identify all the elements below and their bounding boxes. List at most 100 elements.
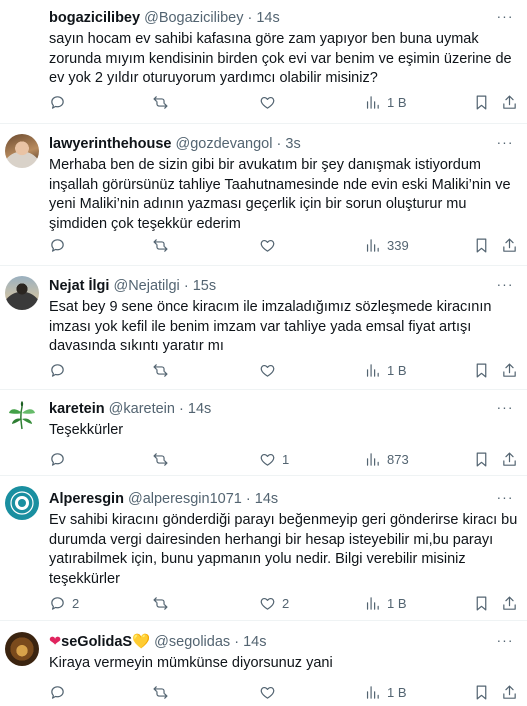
timestamp[interactable]: 14s	[255, 491, 278, 507]
reply-count: 2	[72, 595, 80, 611]
share-button[interactable]	[501, 360, 518, 380]
bookmark-icon	[476, 363, 487, 377]
retweet-button[interactable]	[152, 235, 175, 255]
display-name[interactable]: lawyerinthehouse	[49, 136, 171, 152]
avatar[interactable]	[5, 486, 39, 520]
views-icon	[366, 95, 379, 109]
tweet-text: Kiraya vermeyin mümkünse diyorsunuz yani	[49, 655, 333, 671]
reply-button[interactable]	[49, 449, 72, 469]
views-icon	[366, 238, 379, 252]
views-icon	[366, 596, 379, 610]
separator-dot: ·	[245, 491, 251, 507]
bookmark-icon	[476, 452, 487, 466]
like-button[interactable]	[259, 92, 282, 112]
share-button[interactable]	[501, 235, 518, 255]
more-options-icon[interactable]: ···	[495, 277, 515, 297]
retweet-button[interactable]	[152, 449, 175, 469]
bookmark-button[interactable]	[473, 593, 490, 613]
reply-button[interactable]	[49, 92, 72, 112]
share-icon	[503, 685, 516, 699]
display-name[interactable]: karetein	[49, 401, 105, 417]
tweet[interactable]: karetein @karetein · 14s ··· Teşekkürler…	[0, 390, 527, 476]
tweet[interactable]: lawyerinthehouse @gozdevangol · 3s ··· M…	[0, 124, 527, 266]
retweet-icon	[153, 596, 168, 610]
user-handle[interactable]: @alperesgin1071	[128, 491, 242, 507]
bookmark-button[interactable]	[473, 449, 490, 469]
bookmark-button[interactable]	[473, 92, 490, 112]
leaf-icon	[9, 401, 35, 430]
tweet[interactable]: Alperesgin @alperesgin1071 · 14s ··· Ev …	[0, 476, 527, 621]
display-name[interactable]: bogazicilibey	[49, 10, 140, 26]
display-name[interactable]: Nejat İlgi	[49, 278, 109, 294]
retweet-button[interactable]	[152, 682, 175, 702]
like-icon	[260, 686, 275, 699]
retweet-button[interactable]	[152, 593, 175, 613]
share-button[interactable]	[501, 92, 518, 112]
tweet-text: Esat bey 9 sene önce kiracım ile imzalad…	[49, 299, 492, 354]
avatar[interactable]	[5, 134, 39, 168]
views-button[interactable]: 339	[364, 235, 409, 255]
separator-dot: ·	[247, 10, 253, 26]
timestamp[interactable]: 14s	[243, 634, 266, 650]
tweet[interactable]: bogazicilibey @Bogazicilibey · 14s ··· s…	[0, 0, 527, 124]
action-bar: 1 873	[49, 449, 519, 469]
timestamp[interactable]: 3s	[285, 136, 300, 152]
more-options-icon[interactable]: ···	[495, 135, 515, 155]
more-options-icon[interactable]: ···	[495, 400, 515, 420]
avatar[interactable]	[5, 8, 39, 42]
user-handle[interactable]: @gozdevangol	[176, 136, 273, 152]
retweet-icon	[153, 452, 168, 466]
share-button[interactable]	[501, 449, 518, 469]
share-button[interactable]	[501, 593, 518, 613]
views-button[interactable]: 1 B	[364, 360, 407, 380]
tweet[interactable]: Nejat İlgi @Nejatilgi · 15s ··· Esat bey…	[0, 266, 527, 390]
timestamp[interactable]: 15s	[193, 278, 216, 294]
timestamp[interactable]: 14s	[256, 10, 279, 26]
more-options-icon[interactable]: ···	[495, 9, 515, 29]
reply-button[interactable]: 2	[49, 593, 79, 613]
views-button[interactable]: 873	[364, 449, 409, 469]
display-name[interactable]: Alperesgin	[49, 491, 124, 507]
more-options-icon[interactable]: ···	[495, 633, 515, 653]
bookmark-button[interactable]	[473, 235, 490, 255]
views-button[interactable]: 1 B	[364, 682, 407, 702]
avatar[interactable]	[5, 632, 39, 666]
timestamp[interactable]: 14s	[188, 401, 211, 417]
reply-button[interactable]	[49, 235, 72, 255]
reply-button[interactable]	[49, 682, 72, 702]
yellow-heart-icon: 💛	[132, 634, 151, 650]
like-button[interactable]	[259, 682, 282, 702]
retweet-button[interactable]	[152, 92, 175, 112]
like-button[interactable]	[259, 360, 282, 380]
action-bar: 339	[49, 235, 519, 255]
user-handle[interactable]: @segolidas	[154, 634, 230, 650]
reply-icon	[51, 95, 64, 109]
action-bar: 1 B	[49, 92, 519, 112]
bookmark-button[interactable]	[473, 360, 490, 380]
views-button[interactable]: 1 B	[364, 593, 407, 613]
reply-button[interactable]	[49, 360, 72, 380]
views-button[interactable]: 1 B	[364, 92, 407, 112]
more-options-icon[interactable]: ···	[495, 490, 515, 510]
user-handle[interactable]: @karetein	[109, 401, 175, 417]
avatar[interactable]	[5, 276, 39, 310]
action-bar: 1 B	[49, 360, 519, 380]
separator-dot: ·	[179, 401, 184, 417]
share-button[interactable]	[501, 682, 518, 702]
like-button[interactable]: 2	[259, 593, 289, 613]
user-handle[interactable]: @Bogazicilibey	[144, 10, 243, 26]
tweet[interactable]: ❤seGolidaS💛 @segolidas · 14s ··· Kiraya …	[0, 621, 527, 706]
retweet-icon	[153, 95, 168, 109]
like-button[interactable]: 1	[259, 449, 289, 469]
display-name[interactable]: ❤seGolidaS💛	[49, 634, 150, 650]
bookmark-button[interactable]	[473, 682, 490, 702]
retweet-button[interactable]	[152, 360, 175, 380]
tweet-header: lawyerinthehouse @gozdevangol · 3s	[49, 135, 301, 153]
user-handle[interactable]: @Nejatilgi	[113, 278, 179, 294]
like-button[interactable]	[259, 235, 282, 255]
avatar[interactable]	[5, 399, 39, 433]
like-count: 2	[282, 595, 290, 611]
tweet-header: bogazicilibey @Bogazicilibey · 14s	[49, 9, 280, 27]
tweet-text: sayın hocam ev sahibi kafasına göre zam …	[49, 31, 512, 86]
like-icon	[260, 364, 275, 377]
